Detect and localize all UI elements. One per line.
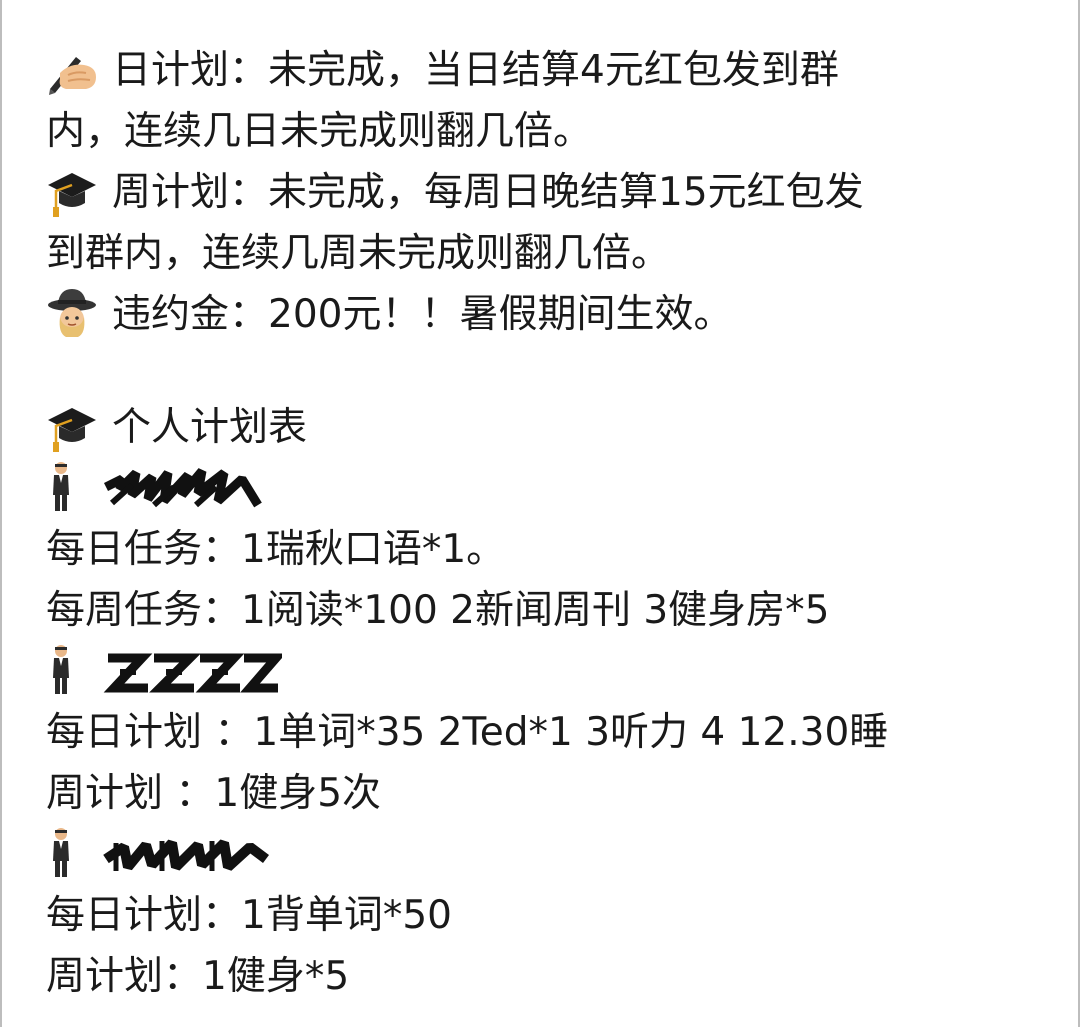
member-task-line: 每日计划：1背单词*50 (46, 893, 452, 938)
member-task-line: 每日计划 ：1单词*35 2Ted*1 3听力 4 12.30睡 (46, 710, 889, 755)
message-text[interactable]: 日计划：未完成，当日结算4元红包发到群 内，连续几日未完成则翻几倍。 周计划：未… (46, 40, 1046, 1007)
standing-man-icon (46, 644, 76, 696)
member-task-line: 每周任务：1阅读*100 2新闻周刊 3健身房*5 (46, 588, 830, 633)
redacted-name (102, 648, 282, 696)
redacted-name (102, 831, 272, 879)
standing-man-icon (46, 461, 76, 513)
weekly-rule-line-1: 周计划：未完成，每周日晚结算15元红包发 (46, 162, 1046, 223)
weekly-rule-line-2: 到群内，连续几周未完成则翻几倍。 (46, 231, 671, 276)
daily-rule-line-1: 日计划：未完成，当日结算4元红包发到群 (46, 40, 1046, 101)
member-name-line (46, 641, 1046, 702)
member-name-line (46, 824, 1046, 885)
member-name-line (46, 458, 1046, 519)
graduation-cap-icon (46, 165, 98, 217)
penalty-rule-line: 违约金：200元！！暑假期间生效。 (46, 284, 1046, 345)
standing-man-icon (46, 827, 76, 879)
chat-message-screen: 日计划：未完成，当日结算4元红包发到群 内，连续几日未完成则翻几倍。 周计划：未… (0, 0, 1080, 1027)
graduation-cap-icon (46, 400, 98, 452)
member-task-line: 周计划 ：1健身5次 (46, 771, 382, 816)
writing-hand-icon (46, 43, 98, 95)
daily-rule-line-2: 内，连续几日未完成则翻几倍。 (46, 109, 593, 154)
redacted-name (102, 465, 262, 513)
member-task-line: 周计划：1健身*5 (46, 954, 350, 999)
detective-icon (46, 287, 98, 339)
plan-heading: 个人计划表 (46, 397, 1046, 458)
member-task-line: 每日任务：1瑞秋口语*1。 (46, 527, 506, 572)
